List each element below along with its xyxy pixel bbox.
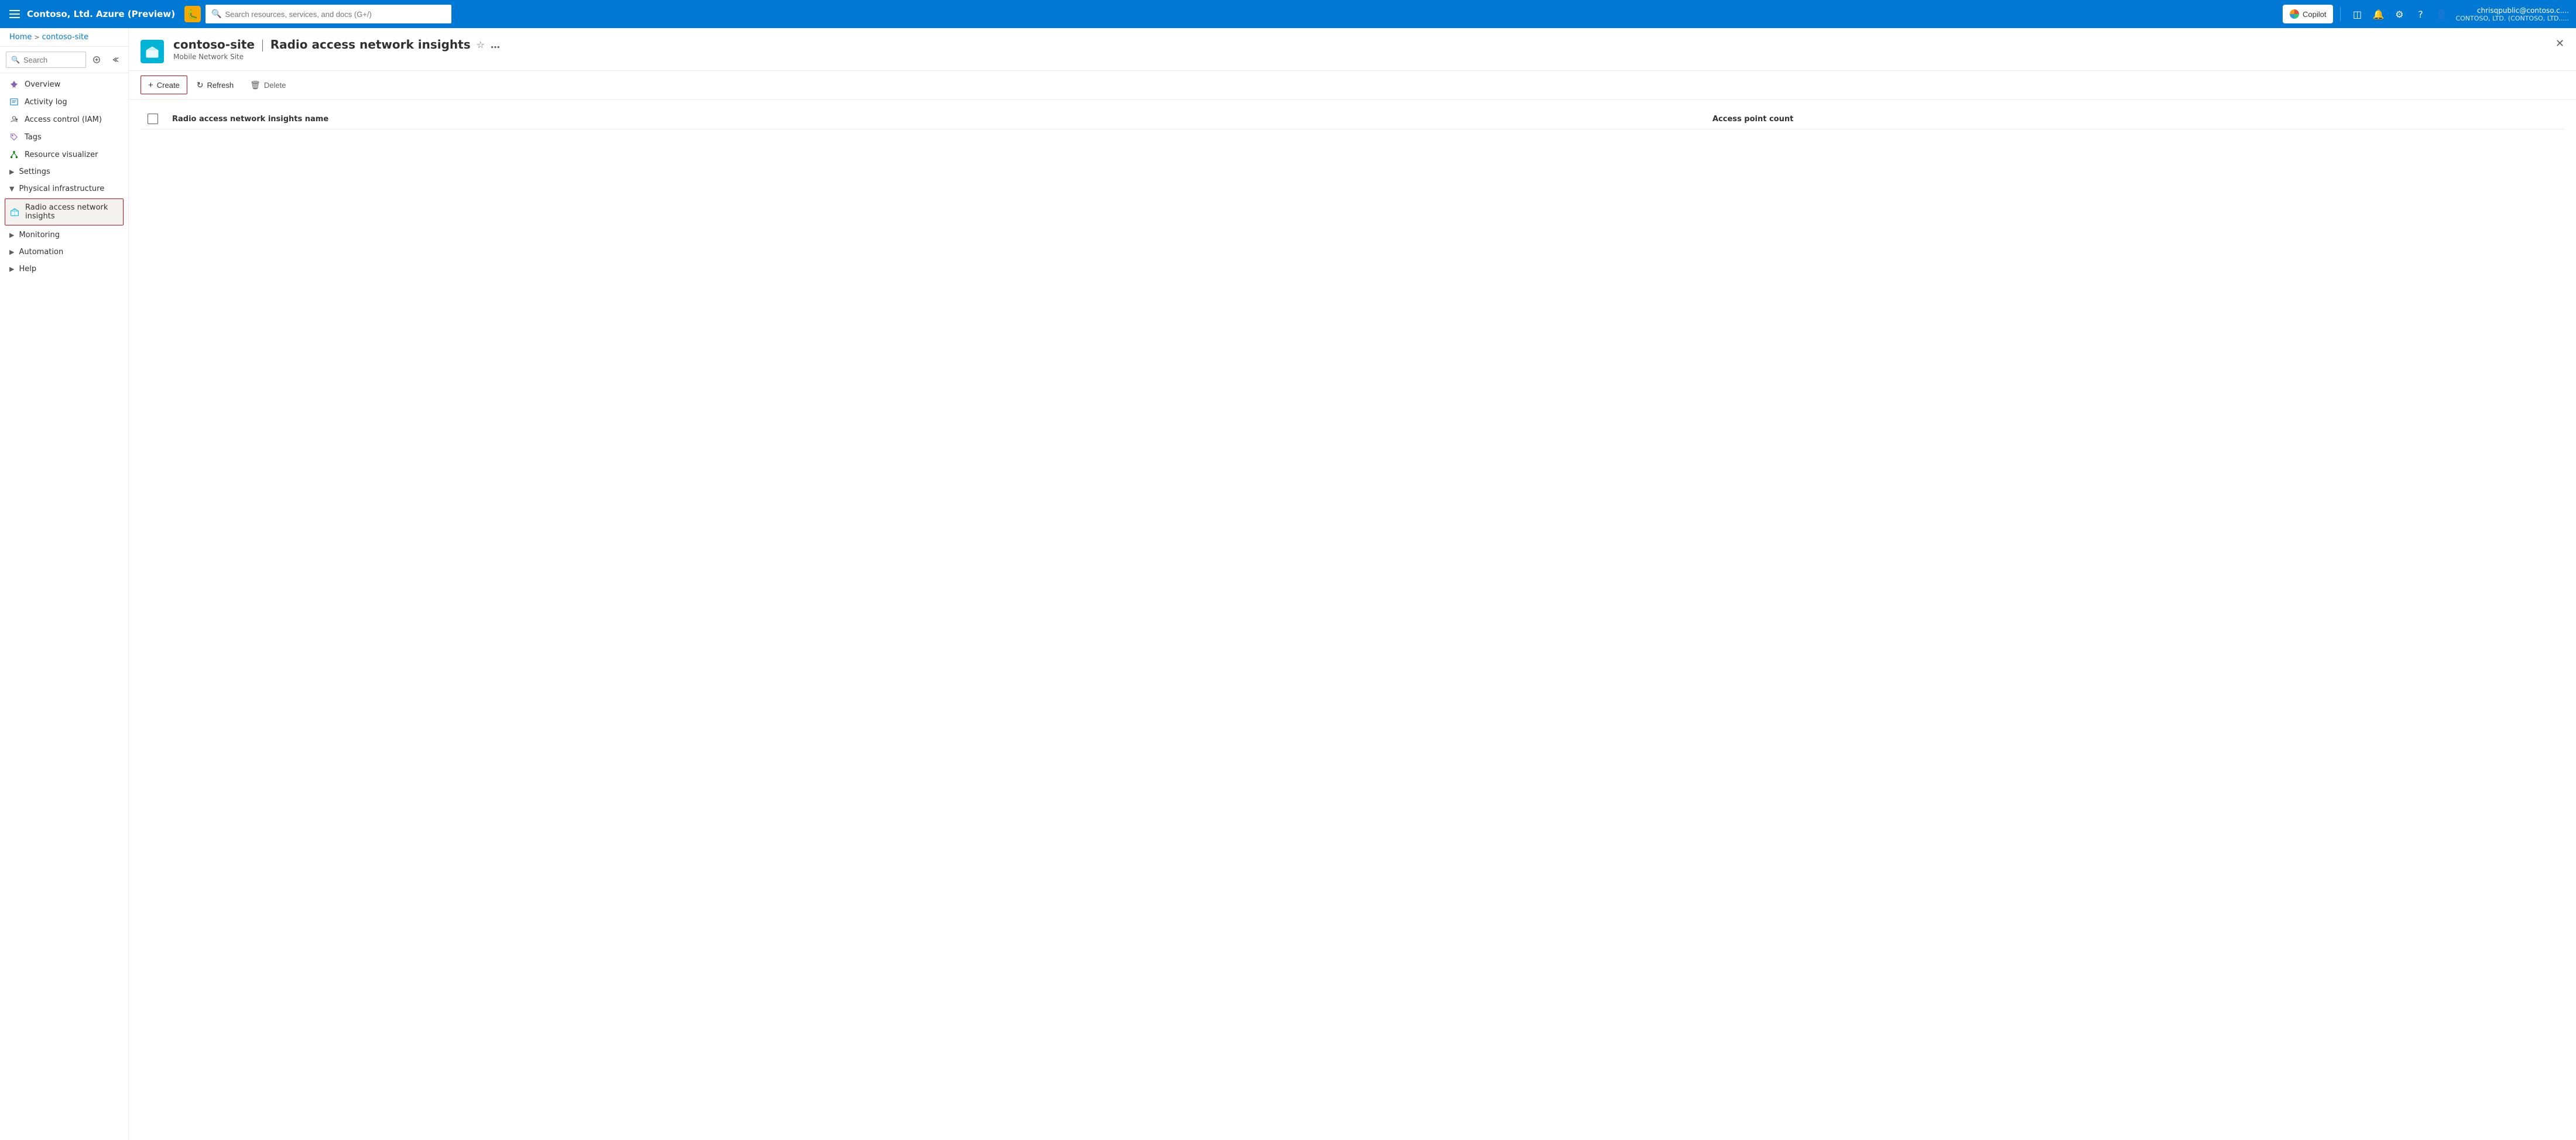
- refresh-label: Refresh: [207, 81, 234, 90]
- bell-icon[interactable]: 🔔: [2369, 5, 2387, 23]
- delete-button[interactable]: 🗑 Delete: [243, 76, 293, 94]
- page-title-text: Radio access network insights: [270, 37, 471, 52]
- copilot-button[interactable]: Copilot: [2283, 5, 2333, 23]
- cube-icon: [10, 207, 19, 217]
- chevron-right-help-icon: ▶: [9, 265, 14, 273]
- refresh-icon: ↻: [197, 80, 204, 90]
- breadcrumb-current: contoso-site: [42, 33, 89, 42]
- topbar: Contoso, Ltd. Azure (Preview) 🐛 🔍 Copilo…: [0, 0, 2576, 28]
- sidebar-item-physical-infra[interactable]: ▼ Physical infrastructure: [0, 180, 128, 197]
- table-header-row: Radio access network insights name Acces…: [141, 109, 2564, 129]
- topbar-title: Contoso, Ltd. Azure (Preview): [27, 9, 175, 19]
- page-title-separator: |: [261, 37, 265, 52]
- table-header-access-count[interactable]: Access point count: [1705, 109, 2564, 129]
- page-header-text: contoso-site | Radio access network insi…: [173, 37, 2546, 61]
- copilot-icon: [2290, 9, 2299, 19]
- sidebar-search-row: 🔍: [0, 47, 128, 73]
- page-subtitle: Mobile Network Site: [173, 53, 2546, 61]
- plus-icon: +: [148, 80, 153, 90]
- sidebar-search-icon: 🔍: [11, 56, 20, 64]
- sidebar-item-tags-label: Tags: [25, 133, 42, 142]
- chevron-right-monitoring-icon: ▶: [9, 231, 14, 239]
- sidebar-item-automation-label: Automation: [19, 248, 63, 256]
- sidebar-item-activity-log-label: Activity log: [25, 98, 67, 107]
- topbar-icons: ◫ 🔔 ⚙ ? 👤: [2348, 5, 2451, 23]
- chevron-right-automation-icon: ▶: [9, 248, 14, 256]
- sidebar-item-overview-label: Overview: [25, 80, 60, 89]
- sidebar-search-input[interactable]: [23, 56, 81, 64]
- user-profile[interactable]: chrisqpublic@contoso.c.... CONTOSO, LTD.…: [2455, 6, 2569, 22]
- activity-icon: [9, 97, 19, 107]
- refresh-button[interactable]: ↻ Refresh: [190, 76, 241, 94]
- filter-icon[interactable]: [88, 52, 105, 68]
- resource-icon: [141, 40, 164, 63]
- pin-icon: [9, 80, 19, 89]
- sidebar-item-help[interactable]: ▶ Help: [0, 261, 128, 278]
- sidebar-item-activity-log[interactable]: Activity log: [0, 93, 128, 111]
- table-header-name[interactable]: Radio access network insights name: [165, 109, 1705, 129]
- chevron-right-icon: ▶: [9, 168, 14, 176]
- gear-icon[interactable]: ⚙: [2390, 5, 2409, 23]
- sidebar-item-settings[interactable]: ▶ Settings: [0, 163, 128, 180]
- sidebar-item-help-label: Help: [19, 265, 36, 273]
- user-name: chrisqpublic@contoso.c....: [2455, 6, 2569, 15]
- iam-icon: [9, 115, 19, 124]
- sidebar-item-radio-access-label: Radio access network insights: [25, 203, 118, 221]
- sidebar-item-resource-visualizer[interactable]: Resource visualizer: [0, 146, 128, 163]
- collapse-icon[interactable]: [107, 52, 124, 68]
- topbar-separator: [2340, 7, 2341, 21]
- copilot-label: Copilot: [2303, 10, 2326, 19]
- breadcrumb: Home > contoso-site: [0, 28, 128, 47]
- sidebar-item-resource-visualizer-label: Resource visualizer: [25, 150, 98, 159]
- select-all-checkbox[interactable]: [148, 114, 158, 124]
- sidebar-item-monitoring-label: Monitoring: [19, 231, 60, 239]
- sidebar: Home > contoso-site 🔍: [0, 28, 129, 1140]
- global-search-input[interactable]: [225, 10, 446, 19]
- sidebar-item-iam-label: Access control (IAM): [25, 115, 102, 124]
- global-search[interactable]: 🔍: [205, 5, 451, 23]
- sidebar-item-automation[interactable]: ▶ Automation: [0, 244, 128, 261]
- create-button[interactable]: + Create: [141, 76, 187, 94]
- page-header: contoso-site | Radio access network insi…: [129, 28, 2576, 71]
- delete-icon: 🗑: [250, 80, 261, 90]
- tag-icon: [9, 132, 19, 142]
- toolbar: + Create ↻ Refresh 🗑 Delete: [129, 71, 2576, 100]
- breadcrumb-separator: >: [34, 33, 39, 41]
- chevron-down-icon: ▼: [9, 185, 14, 193]
- close-button[interactable]: ✕: [2556, 37, 2564, 50]
- search-icon: 🔍: [211, 9, 221, 19]
- sidebar-item-settings-label: Settings: [19, 167, 50, 176]
- sidebar-item-iam[interactable]: Access control (IAM): [0, 111, 128, 128]
- page-title: contoso-site | Radio access network insi…: [173, 37, 2546, 52]
- user-org: CONTOSO, LTD. (CONTOSO, LTD.....: [2455, 15, 2569, 22]
- sidebar-item-overview[interactable]: Overview: [0, 76, 128, 93]
- viz-icon: [9, 150, 19, 159]
- table-area: Radio access network insights name Acces…: [129, 100, 2576, 1140]
- sidebar-item-radio-access-box: Radio access network insights: [5, 198, 124, 225]
- favorite-star-icon[interactable]: ☆: [477, 39, 485, 50]
- bug-icon[interactable]: 🐛: [184, 6, 201, 22]
- resource-name: contoso-site: [173, 37, 255, 52]
- breadcrumb-home[interactable]: Home: [9, 33, 32, 42]
- sidebar-nav: Overview Activity log Access control (IA…: [0, 73, 128, 1140]
- data-table: Radio access network insights name Acces…: [141, 109, 2564, 129]
- screen-icon[interactable]: ◫: [2348, 5, 2366, 23]
- sidebar-item-tags[interactable]: Tags: [0, 128, 128, 146]
- sidebar-item-radio-access[interactable]: Radio access network insights: [5, 199, 123, 225]
- more-options-icon[interactable]: …: [491, 39, 500, 50]
- sidebar-item-physical-infra-label: Physical infrastructure: [19, 184, 104, 193]
- sidebar-item-monitoring[interactable]: ▶ Monitoring: [0, 227, 128, 244]
- people-icon[interactable]: 👤: [2432, 5, 2451, 23]
- create-label: Create: [157, 81, 180, 90]
- content-area: contoso-site | Radio access network insi…: [129, 28, 2576, 1140]
- hamburger-menu[interactable]: [7, 8, 22, 20]
- help-icon[interactable]: ?: [2411, 5, 2430, 23]
- sidebar-search[interactable]: 🔍: [6, 52, 86, 68]
- delete-label: Delete: [264, 81, 286, 90]
- table-header-checkbox: [141, 109, 165, 129]
